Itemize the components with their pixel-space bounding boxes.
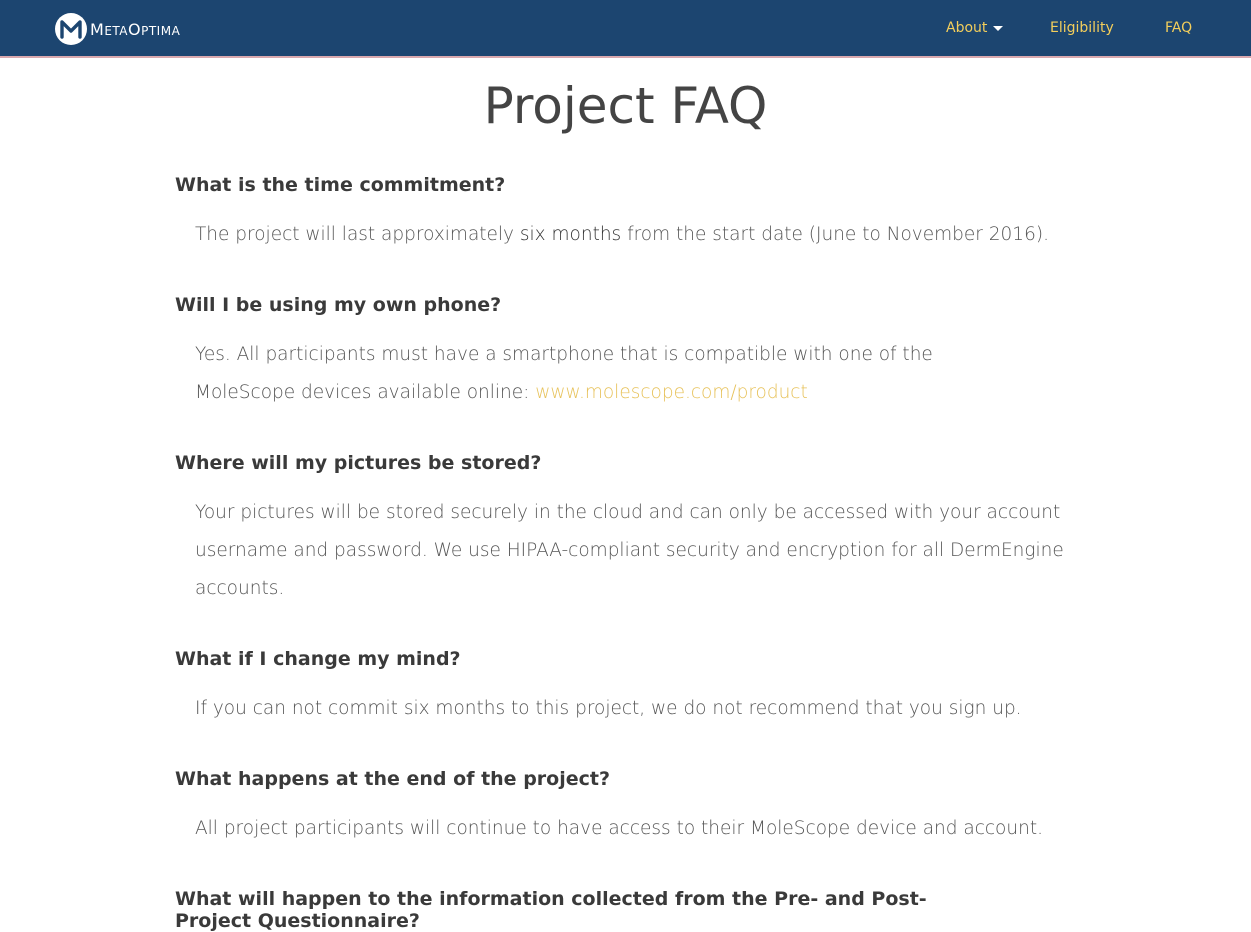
faq-answer-time-commitment: The project will last approximately six … — [195, 216, 1060, 254]
faq-answer-pictures-stored: Your pictures will be stored securely in… — [195, 502, 1064, 599]
faq-question-change-mind: What if I change my mind? — [175, 648, 461, 670]
nav-eligibility[interactable]: Eligibility — [1050, 20, 1114, 36]
answer-text: from the start date (June to November 20… — [621, 224, 1049, 245]
faq-question-pictures-stored: Where will my pictures be stored? — [175, 452, 542, 474]
faq-answer-own-phone: Yes. All participants must have a smartp… — [195, 336, 1025, 412]
metaoptima-logo-icon — [55, 13, 87, 45]
caret-down-icon — [993, 25, 1004, 31]
nav-faq[interactable]: FAQ — [1165, 20, 1192, 36]
faq-question-time-commitment: What is the time commitment? — [175, 174, 506, 196]
brand-name: METAOPTIMA — [90, 19, 181, 39]
brand-logo-link[interactable]: METAOPTIMA — [55, 12, 180, 46]
page-title: Project FAQ — [483, 77, 768, 135]
faq-question-questionnaire-info: What will happen to the information coll… — [175, 888, 927, 932]
molescope-product-link[interactable]: www.molescope.com/product — [535, 382, 807, 403]
faq-question-end-of-project: What happens at the end of the project? — [175, 768, 610, 790]
nav-about-label: About — [946, 20, 988, 36]
faq-answer-change-mind: If you can not commit six months to this… — [195, 698, 1022, 719]
nav-about-dropdown[interactable]: About — [946, 20, 1004, 36]
answer-text: The project will last approximately — [195, 224, 520, 245]
faq-answer-end-of-project: All project participants will continue t… — [195, 818, 1043, 839]
answer-emphasis: six months — [519, 224, 622, 245]
m-logo-glyph-icon — [60, 20, 82, 39]
faq-question-own-phone: Will I be using my own phone? — [175, 294, 502, 316]
top-navbar: METAOPTIMA About Eligibility FAQ — [0, 0, 1251, 58]
